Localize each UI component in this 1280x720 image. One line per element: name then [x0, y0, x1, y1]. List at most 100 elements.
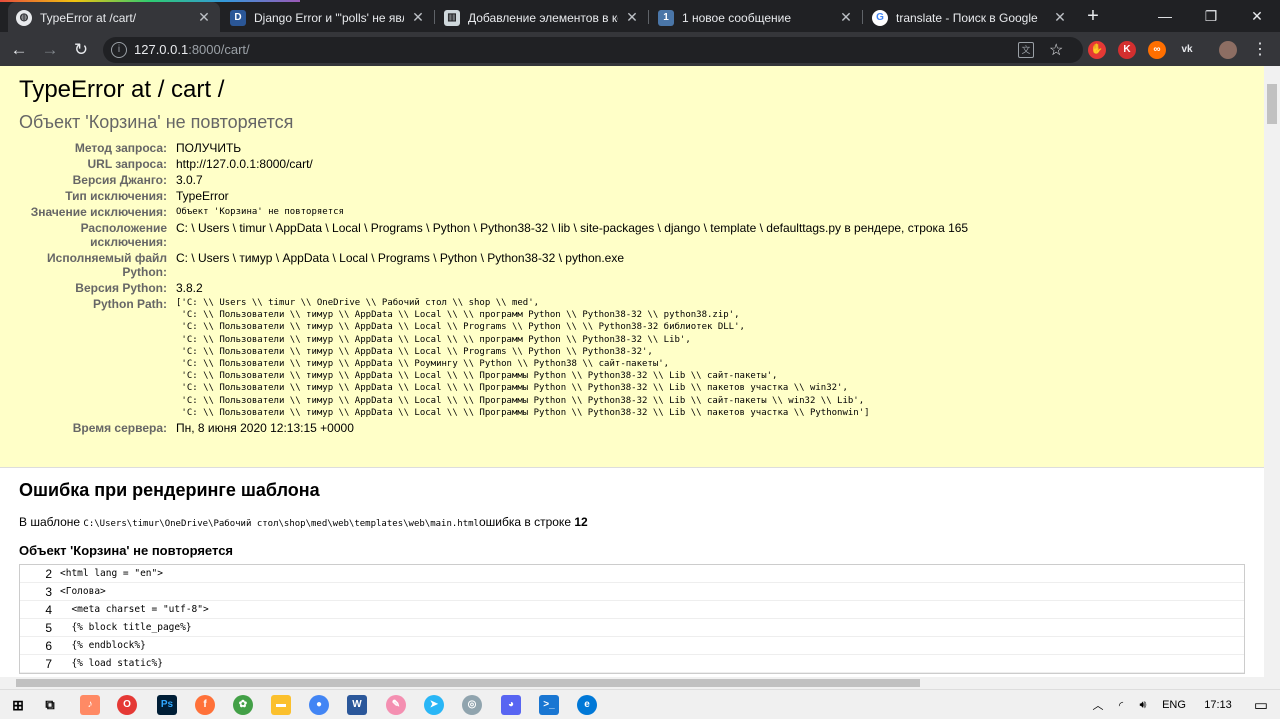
template-error: Ошибка при рендеринге шаблона В шаблоне …	[0, 468, 1264, 674]
close-window-icon[interactable]: ✕	[1234, 4, 1280, 28]
chevron-up-icon[interactable]: ︿	[1086, 697, 1110, 713]
adblock-icon[interactable]: ✋	[1088, 41, 1106, 59]
template-path: C:\Users\timur\OneDrive\Рабочий стол\sho…	[83, 519, 479, 529]
app-icon[interactable]: ✿	[233, 695, 253, 715]
vk-extension-icon[interactable]: vk	[1178, 41, 1196, 59]
opera-icon[interactable]: O	[117, 695, 137, 715]
meta-value: C: \ Users \ timur \ AppData \ Local \ P…	[176, 221, 969, 235]
meta-label: Python Path:	[93, 297, 167, 311]
page-content: TypeError at / cart / Объект 'Корзина' н…	[0, 66, 1264, 677]
line-code: <Голова>	[60, 586, 106, 597]
tab-separator	[862, 10, 863, 24]
reload-icon[interactable]: ↻	[70, 39, 92, 61]
source-listing: 2 <html lang = "en"> 3 <Голова> 4 <meta ch…	[19, 564, 1245, 674]
vertical-scrollbar[interactable]	[1264, 66, 1280, 677]
source-line: 4 <meta charset = "utf-8">	[20, 601, 1244, 619]
close-icon[interactable]: ✕	[624, 9, 640, 26]
meta-value: TypeError	[176, 189, 229, 203]
paint-icon[interactable]: ✎	[386, 695, 406, 715]
star-icon[interactable]: ☆	[1049, 40, 1063, 60]
translate-icon[interactable]: 文	[1018, 42, 1034, 58]
meta-value: Пн, 8 июня 2020 12:13:15 +0000	[176, 421, 354, 436]
extension-orange-icon[interactable]: ∞	[1148, 41, 1166, 59]
edge-icon[interactable]: e	[577, 695, 597, 715]
line-code: {% endblock%}	[60, 640, 146, 651]
firefox-icon[interactable]: f	[195, 695, 215, 715]
source-line: 5 {% block title_page%}	[20, 619, 1244, 637]
tab-vk[interactable]: 1 1 новое сообщение ✕	[650, 2, 862, 33]
close-icon[interactable]: ✕	[196, 9, 212, 26]
language-indicator[interactable]: ENG	[1154, 699, 1194, 711]
discord-icon[interactable]: ◕	[501, 695, 521, 715]
tab-separator	[434, 10, 435, 24]
meta-label: URL запроса:	[87, 157, 168, 171]
tab-strip: ◍ TypeError at /cart/ ✕ D Django Error и…	[0, 0, 1280, 33]
wifi-icon[interactable]: ◜	[1110, 699, 1132, 712]
template-error-intro: В шаблоне C:\Users\timur\OneDrive\Рабочи…	[19, 515, 588, 529]
chrome-icon[interactable]: ●	[309, 695, 329, 715]
notifications-icon[interactable]: ▭	[1242, 696, 1280, 714]
windows-start-icon[interactable]: ⊞	[8, 695, 28, 715]
error-summary: TypeError at / cart / Объект 'Корзина' н…	[0, 66, 1264, 468]
meta-value: C: \ Users \ тимур \ AppData \ Local \ P…	[176, 251, 624, 265]
minimize-icon[interactable]: —	[1142, 4, 1188, 28]
meta-label: Исполняемый файл Python:	[47, 251, 167, 279]
vk-icon: 1	[658, 9, 674, 26]
source-line: 2 <html lang = "en">	[20, 565, 1244, 583]
tab-cart[interactable]: ▥ Добавление элементов в кор ✕	[436, 2, 648, 33]
tab-django[interactable]: D Django Error и "'polls' не являет ✕	[222, 2, 434, 33]
meta-label: Тип исключения:	[65, 189, 167, 203]
line-number: 7	[45, 656, 52, 671]
forward-icon[interactable]: →	[39, 39, 61, 61]
info-icon[interactable]: i	[111, 42, 127, 58]
avatar[interactable]	[1219, 41, 1237, 59]
exception-message: Объект 'Корзина' не повторяется	[19, 112, 294, 132]
url-text[interactable]: 127.0.0.1:8000/cart/	[134, 42, 250, 57]
meta-label: Версия Джанго:	[72, 173, 167, 187]
word-icon[interactable]: W	[347, 695, 367, 715]
system-tray: ︿ ◜ 🔊︎ ENG 17:13 ▭	[1086, 690, 1280, 720]
line-code: <html lang = "en">	[60, 568, 163, 579]
app-icon[interactable]: ◎	[462, 695, 482, 715]
line-code: {% block title_page%}	[60, 622, 192, 633]
clock[interactable]: 17:13	[1194, 699, 1242, 711]
back-icon[interactable]: ←	[8, 39, 30, 61]
tab-google[interactable]: G translate - Поиск в Google ✕	[864, 2, 1076, 33]
close-icon[interactable]: ✕	[838, 9, 854, 26]
close-icon[interactable]: ✕	[1052, 9, 1068, 26]
menu-icon[interactable]: ⋮	[1252, 39, 1268, 59]
meta-value: http://127.0.0.1:8000/cart/	[176, 157, 313, 171]
telegram-icon[interactable]: ➤	[424, 695, 444, 715]
meta-label: Версия Python:	[75, 281, 167, 295]
error-line-number: 12	[574, 515, 588, 529]
extension-red-icon[interactable]: K	[1118, 41, 1136, 59]
tab-active[interactable]: ◍ TypeError at /cart/ ✕	[8, 2, 220, 33]
template-error-subheading: Объект 'Корзина' не повторяется	[19, 543, 234, 558]
scroll-thumb[interactable]	[1267, 84, 1277, 124]
new-tab-button[interactable]: +	[1082, 5, 1104, 27]
maximize-icon[interactable]: ❐	[1188, 4, 1234, 28]
app-icon[interactable]: ♪	[80, 695, 100, 715]
meta-value: Объект 'Корзина' не повторяется	[176, 207, 344, 217]
meta-label: Время сервера:	[72, 421, 167, 436]
terminal-icon[interactable]: >_	[539, 695, 559, 715]
page-title: TypeError at / cart /	[19, 76, 225, 103]
meta-label: Значение исключения:	[30, 205, 167, 219]
photoshop-icon[interactable]: Ps	[157, 695, 177, 715]
line-number: 4	[45, 602, 52, 617]
explorer-icon[interactable]: ▬	[271, 695, 291, 715]
taskbar: ⊞ ⧉ ♪ O Ps f ✿ ▬ ● W ✎ ➤ ◎ ◕ >_ e ︿ ◜ 🔊︎…	[0, 689, 1280, 719]
line-code: <meta charset = "utf-8">	[60, 604, 209, 615]
volume-icon[interactable]: 🔊︎	[1132, 699, 1154, 712]
close-icon[interactable]: ✕	[410, 9, 426, 26]
horizontal-scrollbar[interactable]	[0, 677, 1280, 689]
address-bar[interactable]: i 127.0.0.1:8000/cart/ 文 ☆	[103, 37, 1083, 63]
meta-value: 3.0.7	[176, 173, 203, 187]
request-meta: Метод запроса: ПОЛУЧИТЬ URL запроса: htt…	[19, 141, 1245, 435]
tab-title: 1 новое сообщение	[682, 10, 792, 25]
globe-icon: ◍	[16, 9, 32, 26]
scroll-thumb[interactable]	[16, 679, 920, 687]
source-line: 7 {% load static%}	[20, 655, 1244, 673]
task-view-icon[interactable]: ⧉	[40, 695, 60, 715]
google-icon: G	[872, 9, 888, 26]
